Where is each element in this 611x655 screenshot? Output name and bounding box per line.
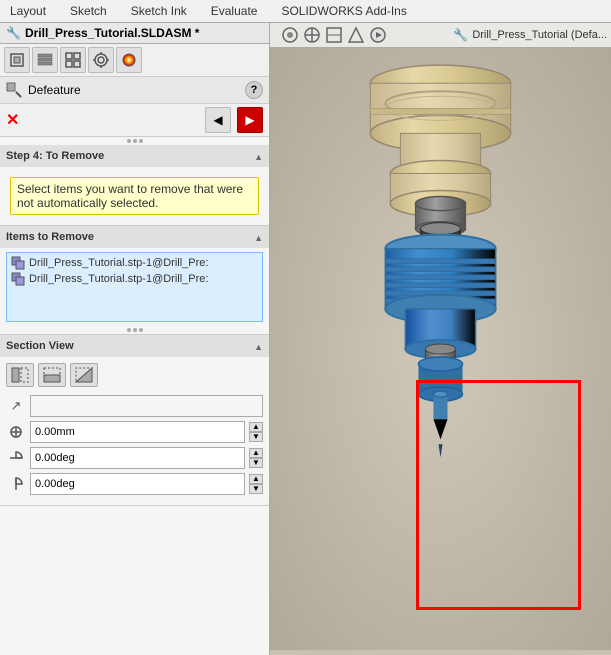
arrow-input-row: ↗ (6, 395, 263, 417)
step4-message: Select items you want to remove that wer… (17, 182, 243, 210)
main-container: 🔧 Drill_Press_Tutorial.SLDASM * (0, 23, 611, 655)
property-panel: Defeature ? ✕ ◀ ▶ (0, 77, 269, 655)
step4-header[interactable]: Step 4: To Remove (0, 145, 269, 167)
panel-header: Defeature ? (0, 77, 269, 104)
items-to-remove-section: Items to Remove Drill_Press_Tutorial.stp… (0, 226, 269, 335)
view-toolbar-icon5 (368, 25, 388, 45)
sv-button-3[interactable] (70, 363, 98, 387)
left-panel: 🔧 Drill_Press_Tutorial.SLDASM * (0, 23, 270, 655)
offset-icon (6, 422, 26, 442)
close-button[interactable]: ✕ (6, 110, 19, 130)
back-arrow-icon: ◀ (213, 113, 222, 127)
angle2-spin-up[interactable]: ▲ (249, 474, 263, 484)
offset-spin-up[interactable]: ▲ (249, 422, 263, 432)
section-view-content: ↗ ▲ (0, 357, 269, 505)
angle1-input-field[interactable] (30, 447, 245, 469)
file-name: Drill_Press_Tutorial.SLDASM * (25, 26, 200, 40)
step4-content: Select items you want to remove that wer… (0, 167, 269, 225)
offset-spinner: ▲ ▼ (249, 422, 263, 442)
view-toolbar-icon3 (324, 25, 344, 45)
angle2-spin-down[interactable]: ▼ (249, 484, 263, 494)
list-view-btn[interactable] (32, 47, 58, 73)
arrow-input-field[interactable] (30, 395, 263, 417)
angle1-spinner: ▲ ▼ (249, 448, 263, 468)
scroll-indicator-mid (0, 326, 269, 334)
item-icon (11, 272, 25, 286)
section-view-title: Section View (6, 340, 74, 352)
step4-section: Step 4: To Remove Select items you want … (0, 145, 269, 226)
angle1-icon (6, 448, 26, 468)
item-icon (11, 256, 25, 270)
menu-item-solidworks-add-ins[interactable]: SOLIDWORKS Add-Ins (275, 2, 412, 20)
defeature-icon (6, 82, 22, 98)
step4-info-box: Select items you want to remove that wer… (10, 177, 259, 215)
panel-title: Defeature (28, 83, 81, 97)
list-item[interactable]: Drill_Press_Tutorial.stp-1@Drill_Pre: (9, 255, 260, 271)
target-view-btn[interactable] (88, 47, 114, 73)
angle2-spinner: ▲ ▼ (249, 474, 263, 494)
arrow-icon: ↗ (6, 396, 26, 416)
view-toolbar-icon4 (346, 25, 366, 45)
right-panel: 🔧 Drill_Press_Tutorial (Defa... (270, 23, 611, 655)
angle1-spin-up[interactable]: ▲ (249, 448, 263, 458)
sv-button-2[interactable] (38, 363, 66, 387)
menu-item-sketch[interactable]: Sketch (64, 2, 113, 20)
sv-button-1[interactable] (6, 363, 34, 387)
items-to-remove-header[interactable]: Items to Remove (0, 226, 269, 248)
section-view-collapse-icon (254, 339, 263, 353)
section-view-header[interactable]: Section View (0, 335, 269, 357)
menu-item-sketch-ink[interactable]: Sketch Ink (125, 2, 193, 20)
view-toolbar-icon2 (302, 25, 322, 45)
angle1-input-row: ▲ ▼ (6, 447, 263, 469)
next-arrow-icon: ▶ (245, 113, 254, 127)
list-item[interactable]: Drill_Press_Tutorial.stp-1@Drill_Pre: (9, 271, 260, 287)
next-nav-button[interactable]: ▶ (237, 107, 263, 133)
items-collapse-icon (254, 230, 263, 244)
angle2-icon (6, 474, 26, 494)
angle1-spin-down[interactable]: ▼ (249, 458, 263, 468)
items-list-box[interactable]: Drill_Press_Tutorial.stp-1@Drill_Pre: Dr… (6, 252, 263, 322)
menu-item-evaluate[interactable]: Evaluate (205, 2, 264, 20)
tree-view-btn[interactable] (60, 47, 86, 73)
view-toolbar: 🔧 Drill_Press_Tutorial (Defa... (270, 23, 611, 48)
component-label: 🔧 Drill_Press_Tutorial (Defa... (453, 28, 607, 42)
3d-model-svg (270, 48, 611, 650)
offset-spin-down[interactable]: ▼ (249, 432, 263, 442)
view-toolbar-icon1 (280, 25, 300, 45)
sv-buttons-row (6, 363, 263, 387)
view-area[interactable] (270, 48, 611, 650)
cube-view-btn[interactable] (4, 47, 30, 73)
component-name-text: Drill_Press_Tutorial (Defa... (472, 29, 607, 41)
color-view-btn[interactable] (116, 47, 142, 73)
file-title-bar: 🔧 Drill_Press_Tutorial.SLDASM * (0, 23, 269, 44)
section-view-section: Section View (0, 335, 269, 506)
menu-item-layout[interactable]: Layout (4, 2, 52, 20)
step4-title: Step 4: To Remove (6, 150, 104, 162)
step4-collapse-icon (254, 149, 263, 163)
back-nav-button[interactable]: ◀ (205, 107, 231, 133)
item-text: Drill_Press_Tutorial.stp-1@Drill_Pre: (29, 273, 208, 285)
offset-input-field[interactable] (30, 421, 245, 443)
component-icon: 🔧 (453, 28, 468, 42)
item-text: Drill_Press_Tutorial.stp-1@Drill_Pre: (29, 257, 208, 269)
angle2-input-row: ▲ ▼ (6, 473, 263, 495)
file-icon: 🔧 (6, 26, 21, 40)
scroll-indicator-top (0, 137, 269, 145)
help-button[interactable]: ? (245, 81, 263, 99)
menu-bar: // Will be rendered below via template L… (0, 0, 611, 23)
items-to-remove-title: Items to Remove (6, 231, 94, 243)
action-row: ✕ ◀ ▶ (0, 104, 269, 137)
offset-input-row: ▲ ▼ (6, 421, 263, 443)
toolbar-row (0, 44, 269, 77)
angle2-input-field[interactable] (30, 473, 245, 495)
